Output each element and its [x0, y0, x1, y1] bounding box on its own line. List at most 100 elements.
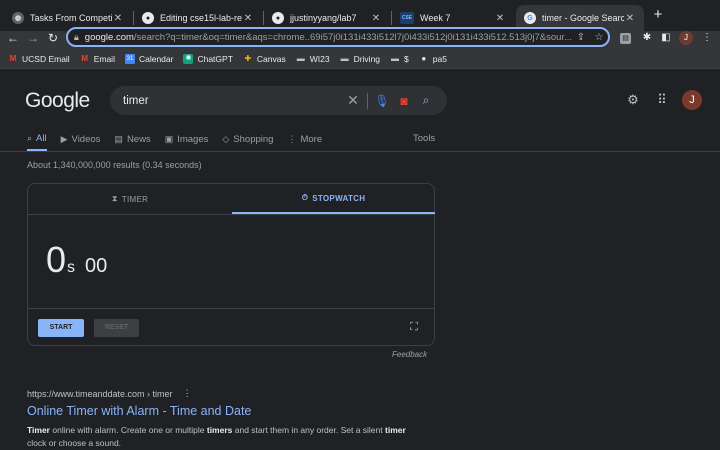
search-icon: ⌕: [27, 132, 33, 143]
folder-icon: ▬: [296, 53, 305, 63]
tab-title: jjustinyyang/lab7: [290, 13, 357, 23]
close-icon[interactable]: ✕: [624, 13, 636, 24]
start-button[interactable]: START: [38, 319, 84, 337]
tab-title: Week 7: [420, 13, 451, 23]
github-icon: ●: [272, 12, 284, 24]
bookmark-label: Driving: [353, 53, 381, 64]
cse-icon: CSE: [400, 12, 414, 24]
snippet-text: and start them in any order. Set a silen…: [232, 425, 385, 435]
avatar[interactable]: J: [682, 90, 702, 110]
result-stats: About 1,340,000,000 results (0.34 second…: [27, 160, 202, 170]
extension-icon[interactable]: ▤: [620, 33, 631, 44]
tab-timer[interactable]: ⧗ TIMER: [28, 184, 232, 214]
tab-label: Shopping: [233, 133, 274, 145]
tab-shopping[interactable]: ◇ Shopping: [222, 131, 273, 147]
bookmark-item[interactable]: ✚ Canvas: [243, 54, 286, 64]
snippet-bold: timers: [206, 425, 233, 435]
google-logo[interactable]: Google: [25, 89, 90, 113]
forward-arrow-icon[interactable]: →: [26, 30, 40, 48]
search-nav-tabs: ⌕ All ▶ Videos ▤ News ▣ Images ◇ Shopping ⋮ Mo…: [27, 131, 437, 151]
bookmarks-bar: M UCSD Email M Email 31 Calendar ✺ ChatGPT ✚…: [0, 49, 720, 69]
tab-news[interactable]: ▤ News: [114, 131, 150, 147]
bookmark-item[interactable]: ✺ ChatGPT: [183, 53, 233, 64]
folder-icon: ▬: [340, 53, 349, 63]
chatgpt-icon: ✺: [183, 53, 194, 64]
snippet-text: online with alarm. Create one or multipl…: [50, 425, 207, 435]
bookmark-star-icon[interactable]: ☆: [590, 32, 608, 43]
snippet-bold: Timer: [27, 425, 50, 435]
tools-button[interactable]: Tools: [413, 133, 435, 144]
tab-stopwatch[interactable]: ⏱︎ STOPWATCH: [232, 184, 435, 214]
bookmark-folder[interactable]: ▬ Driving: [340, 54, 380, 64]
close-icon[interactable]: ✕: [494, 13, 506, 24]
sidepanel-icon[interactable]: ◧: [659, 31, 673, 45]
result-url[interactable]: https://www.timeanddate.com › timer ⋮: [27, 388, 192, 399]
github-icon: ●: [142, 12, 154, 24]
tab-label: All: [36, 132, 47, 144]
result-snippet: Timer online with alarm. Create one or m…: [27, 424, 407, 450]
timer-widget: ⧗ TIMER ⏱︎ STOPWATCH 0 s 00 START RESET ⛶: [27, 183, 435, 346]
tab-label: More: [300, 133, 323, 145]
bookmark-item[interactable]: ● pa5: [419, 54, 447, 64]
new-tab-button[interactable]: +: [650, 7, 666, 23]
lens-camera-icon[interactable]: ◙: [393, 94, 415, 108]
url-path: /search?q=timer&oq=timer&aqs=chrome..69i…: [133, 31, 572, 43]
tab-timer-label: TIMER: [121, 194, 149, 204]
feedback-link[interactable]: Feedback: [392, 350, 427, 359]
puzzle-icon[interactable]: ✱: [640, 31, 654, 45]
menu-icon[interactable]: ⋮: [700, 31, 714, 45]
calendar-icon: 31: [124, 53, 135, 64]
close-icon[interactable]: ✕: [112, 13, 124, 24]
share-icon[interactable]: ⇪: [572, 32, 590, 43]
bookmark-folder[interactable]: ▬ WI23: [296, 54, 330, 64]
reset-button[interactable]: RESET: [94, 319, 139, 337]
more-vert-icon[interactable]: ⋮: [183, 388, 192, 399]
tab-title: Tasks From Competition: [30, 13, 112, 23]
close-icon[interactable]: ✕: [370, 13, 382, 24]
tab-videos[interactable]: ▶ Videos: [61, 131, 101, 147]
clear-icon[interactable]: ✕: [342, 92, 364, 109]
more-vert-icon: ⋮: [287, 133, 297, 144]
hourglass-icon: ⧗: [111, 194, 118, 203]
tab-label: News: [126, 133, 151, 145]
microphone-icon[interactable]: 🎙︎: [371, 94, 393, 108]
bookmark-label: WI23: [309, 53, 330, 64]
seconds-value: 0: [46, 239, 67, 280]
github-icon: ●: [421, 53, 427, 63]
header-divider: [0, 151, 720, 152]
search-icon[interactable]: ⌕: [415, 93, 437, 108]
bookmark-item[interactable]: 31 Calendar: [124, 53, 173, 64]
close-icon[interactable]: ✕: [242, 13, 254, 24]
bookmark-label: ChatGPT: [197, 53, 233, 64]
lock-icon: 🔒︎: [74, 31, 79, 42]
bookmark-label: pa5: [432, 53, 447, 64]
result-title-link[interactable]: Online Timer with Alarm - Time and Date: [27, 404, 251, 418]
settings-gear-icon[interactable]: ⚙: [623, 90, 643, 110]
address-url[interactable]: google.com/search?q=timer&oq=timer&aqs=c…: [85, 32, 572, 43]
image-icon: ▣: [164, 133, 174, 144]
bookmark-item[interactable]: M Email: [80, 54, 115, 64]
bookmark-label: UCSD Email: [22, 53, 70, 64]
bookmark-folder[interactable]: ▬ $: [390, 54, 409, 64]
tab-all[interactable]: ⌕ All: [27, 131, 47, 151]
stopwatch-readout: 0 s 00: [46, 239, 107, 281]
bookmark-label: Canvas: [256, 53, 286, 64]
search-box[interactable]: timer ✕ 🎙︎ ◙ ⌕: [110, 86, 447, 115]
stopwatch-icon: ⏱︎: [301, 193, 309, 202]
bookmark-item[interactable]: M UCSD Email: [8, 54, 70, 64]
back-arrow-icon[interactable]: ←: [6, 30, 20, 48]
bookmark-label: Email: [93, 53, 115, 64]
url-host: google.com: [84, 31, 134, 43]
search-input[interactable]: timer: [123, 95, 342, 107]
tab-images[interactable]: ▣ Images: [165, 131, 209, 147]
widget-divider: [28, 308, 434, 309]
address-bar[interactable]: 🔒︎ google.com/search?q=timer&oq=timer&aq…: [66, 27, 610, 47]
gmail-icon: M: [9, 53, 17, 63]
fullscreen-icon[interactable]: ⛶: [407, 320, 421, 334]
bookmark-label: $: [404, 53, 409, 64]
tab-more[interactable]: ⋮ More: [287, 131, 322, 147]
profile-avatar-small[interactable]: J: [679, 31, 693, 45]
reload-icon[interactable]: ↻: [46, 30, 60, 48]
apps-grid-icon[interactable]: ⠿: [652, 90, 672, 110]
search-divider: [367, 92, 368, 109]
